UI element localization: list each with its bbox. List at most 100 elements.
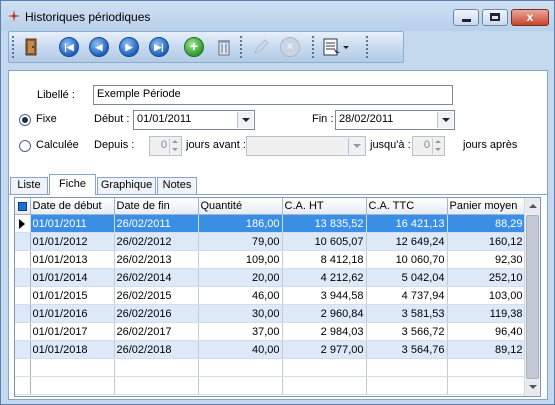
scroll-down-icon[interactable] [526,380,539,395]
table-cell[interactable]: 01/01/2016 [30,304,115,323]
tab-graphique[interactable]: Graphique [97,177,156,194]
table-row[interactable]: 01/01/2014 26/02/2014 20,00 4 212,62 5 042,0… [15,268,526,287]
table-cell[interactable]: 01/01/2017 [30,322,115,341]
column-header[interactable]: Date de fin [114,198,199,215]
last-record-icon[interactable]: ▶| [149,37,169,57]
table-row[interactable]: 01/01/2012 26/02/2012 79,00 10 605,07 12 649… [15,232,526,251]
next-record-icon[interactable]: ▶ [119,37,139,57]
table-cell[interactable] [447,358,526,377]
table-cell[interactable]: 4 737,94 [366,286,448,305]
table-cell[interactable]: 40,00 [198,340,283,359]
table-row[interactable]: 01/01/2011 26/02/2011 186,00 13 835,52 16 42… [15,214,526,233]
table-cell[interactable] [366,358,448,377]
table-cell[interactable]: 30,00 [198,304,283,323]
table-cell[interactable]: 46,00 [198,286,283,305]
fixe-radio[interactable] [19,114,31,126]
table-cell[interactable]: 26/02/2012 [114,232,199,251]
table-cell[interactable]: 12 649,24 [366,232,448,251]
table-row[interactable] [15,376,526,395]
row-indicator[interactable] [15,268,31,287]
table-cell[interactable]: 3 581,53 [366,304,448,323]
table-cell[interactable] [198,376,283,395]
table-cell[interactable]: 01/01/2014 [30,268,115,287]
row-indicator[interactable] [15,304,31,323]
minimize-button[interactable] [453,9,479,26]
table-cell[interactable]: 119,38 [447,304,526,323]
table-cell[interactable]: 2 977,00 [282,340,367,359]
delete-icon[interactable] [214,37,234,57]
table-cell[interactable]: 5 042,04 [366,268,448,287]
table-cell[interactable]: 26/02/2013 [114,250,199,269]
table-cell[interactable]: 01/01/2013 [30,250,115,269]
table-cell[interactable]: 26/02/2018 [114,340,199,359]
table-cell[interactable]: 01/01/2015 [30,286,115,305]
scroll-thumb[interactable] [526,215,539,379]
chevron-down-icon[interactable] [437,112,453,128]
vertical-scrollbar[interactable] [524,198,540,396]
tab-liste[interactable]: Liste [10,177,48,194]
row-indicator[interactable] [15,358,31,377]
table-row[interactable]: 01/01/2016 26/02/2016 30,00 2 960,84 3 581,5… [15,304,526,323]
table-cell[interactable] [282,376,367,395]
table-cell[interactable]: 186,00 [198,214,283,233]
table-row[interactable]: 01/01/2013 26/02/2013 109,00 8 412,18 10 060… [15,250,526,269]
table-cell[interactable]: 3 944,58 [282,286,367,305]
row-indicator[interactable] [15,250,31,269]
table-cell[interactable]: 2 960,84 [282,304,367,323]
debut-date-field[interactable]: 01/01/2011 [133,110,255,130]
report-menu-icon[interactable] [322,37,352,57]
table-row[interactable]: 01/01/2015 26/02/2015 46,00 3 944,58 4 737,9… [15,286,526,305]
exit-door-icon[interactable] [21,37,41,57]
row-indicator[interactable] [15,376,31,395]
table-cell[interactable]: 01/01/2012 [30,232,115,251]
table-cell[interactable]: 26/02/2015 [114,286,199,305]
table-cell[interactable]: 96,40 [447,322,526,341]
chevron-down-icon[interactable] [237,112,253,128]
table-cell[interactable]: 16 421,13 [366,214,448,233]
table-cell[interactable]: 01/01/2018 [30,340,115,359]
table-cell[interactable]: 4 212,62 [282,268,367,287]
table-cell[interactable] [30,358,115,377]
table-cell[interactable]: 3 566,72 [366,322,448,341]
table-cell[interactable]: 01/01/2011 [30,214,115,233]
first-record-icon[interactable]: |◀ [59,37,79,57]
table-cell[interactable]: 2 984,03 [282,322,367,341]
table-cell[interactable]: 10 605,07 [282,232,367,251]
column-header[interactable]: Quantité [198,198,283,215]
table-cell[interactable]: 89,12 [447,340,526,359]
column-header[interactable]: C.A. TTC [366,198,448,215]
fin-date-field[interactable]: 28/02/2011 [335,110,455,130]
scroll-up-icon[interactable] [526,199,539,214]
table-cell[interactable]: 26/02/2011 [114,214,199,233]
table-cell[interactable] [114,358,199,377]
table-cell[interactable] [447,376,526,395]
table-cell[interactable]: 37,00 [198,322,283,341]
tab-notes[interactable]: Notes [157,177,197,194]
table-cell[interactable] [114,376,199,395]
table-cell[interactable]: 109,00 [198,250,283,269]
table-cell[interactable] [366,376,448,395]
row-indicator[interactable] [15,322,31,341]
add-icon[interactable]: + [184,37,204,57]
column-header[interactable]: Date de début [30,198,115,215]
close-button[interactable]: x [511,9,549,26]
toolbar-grip[interactable] [12,36,16,58]
select-all-cell[interactable] [15,198,31,215]
table-cell[interactable]: 88,29 [447,214,526,233]
table-cell[interactable]: 92,30 [447,250,526,269]
column-header[interactable]: C.A. HT [282,198,367,215]
row-indicator[interactable] [15,340,31,359]
table-cell[interactable]: 252,10 [447,268,526,287]
title-bar[interactable]: Historiques périodiques x [1,1,554,31]
table-cell[interactable]: 160,12 [447,232,526,251]
table-cell[interactable] [30,376,115,395]
table-cell[interactable]: 8 412,18 [282,250,367,269]
tab-fiche[interactable]: Fiche [49,174,96,195]
table-row[interactable] [15,358,526,377]
previous-record-icon[interactable]: ◀ [89,37,109,57]
table-cell[interactable]: 79,00 [198,232,283,251]
table-cell[interactable]: 26/02/2014 [114,268,199,287]
column-header[interactable]: Panier moyen [447,198,526,215]
table-cell[interactable]: 103,00 [447,286,526,305]
table-row[interactable]: 01/01/2017 26/02/2017 37,00 2 984,03 3 566,7… [15,322,526,341]
